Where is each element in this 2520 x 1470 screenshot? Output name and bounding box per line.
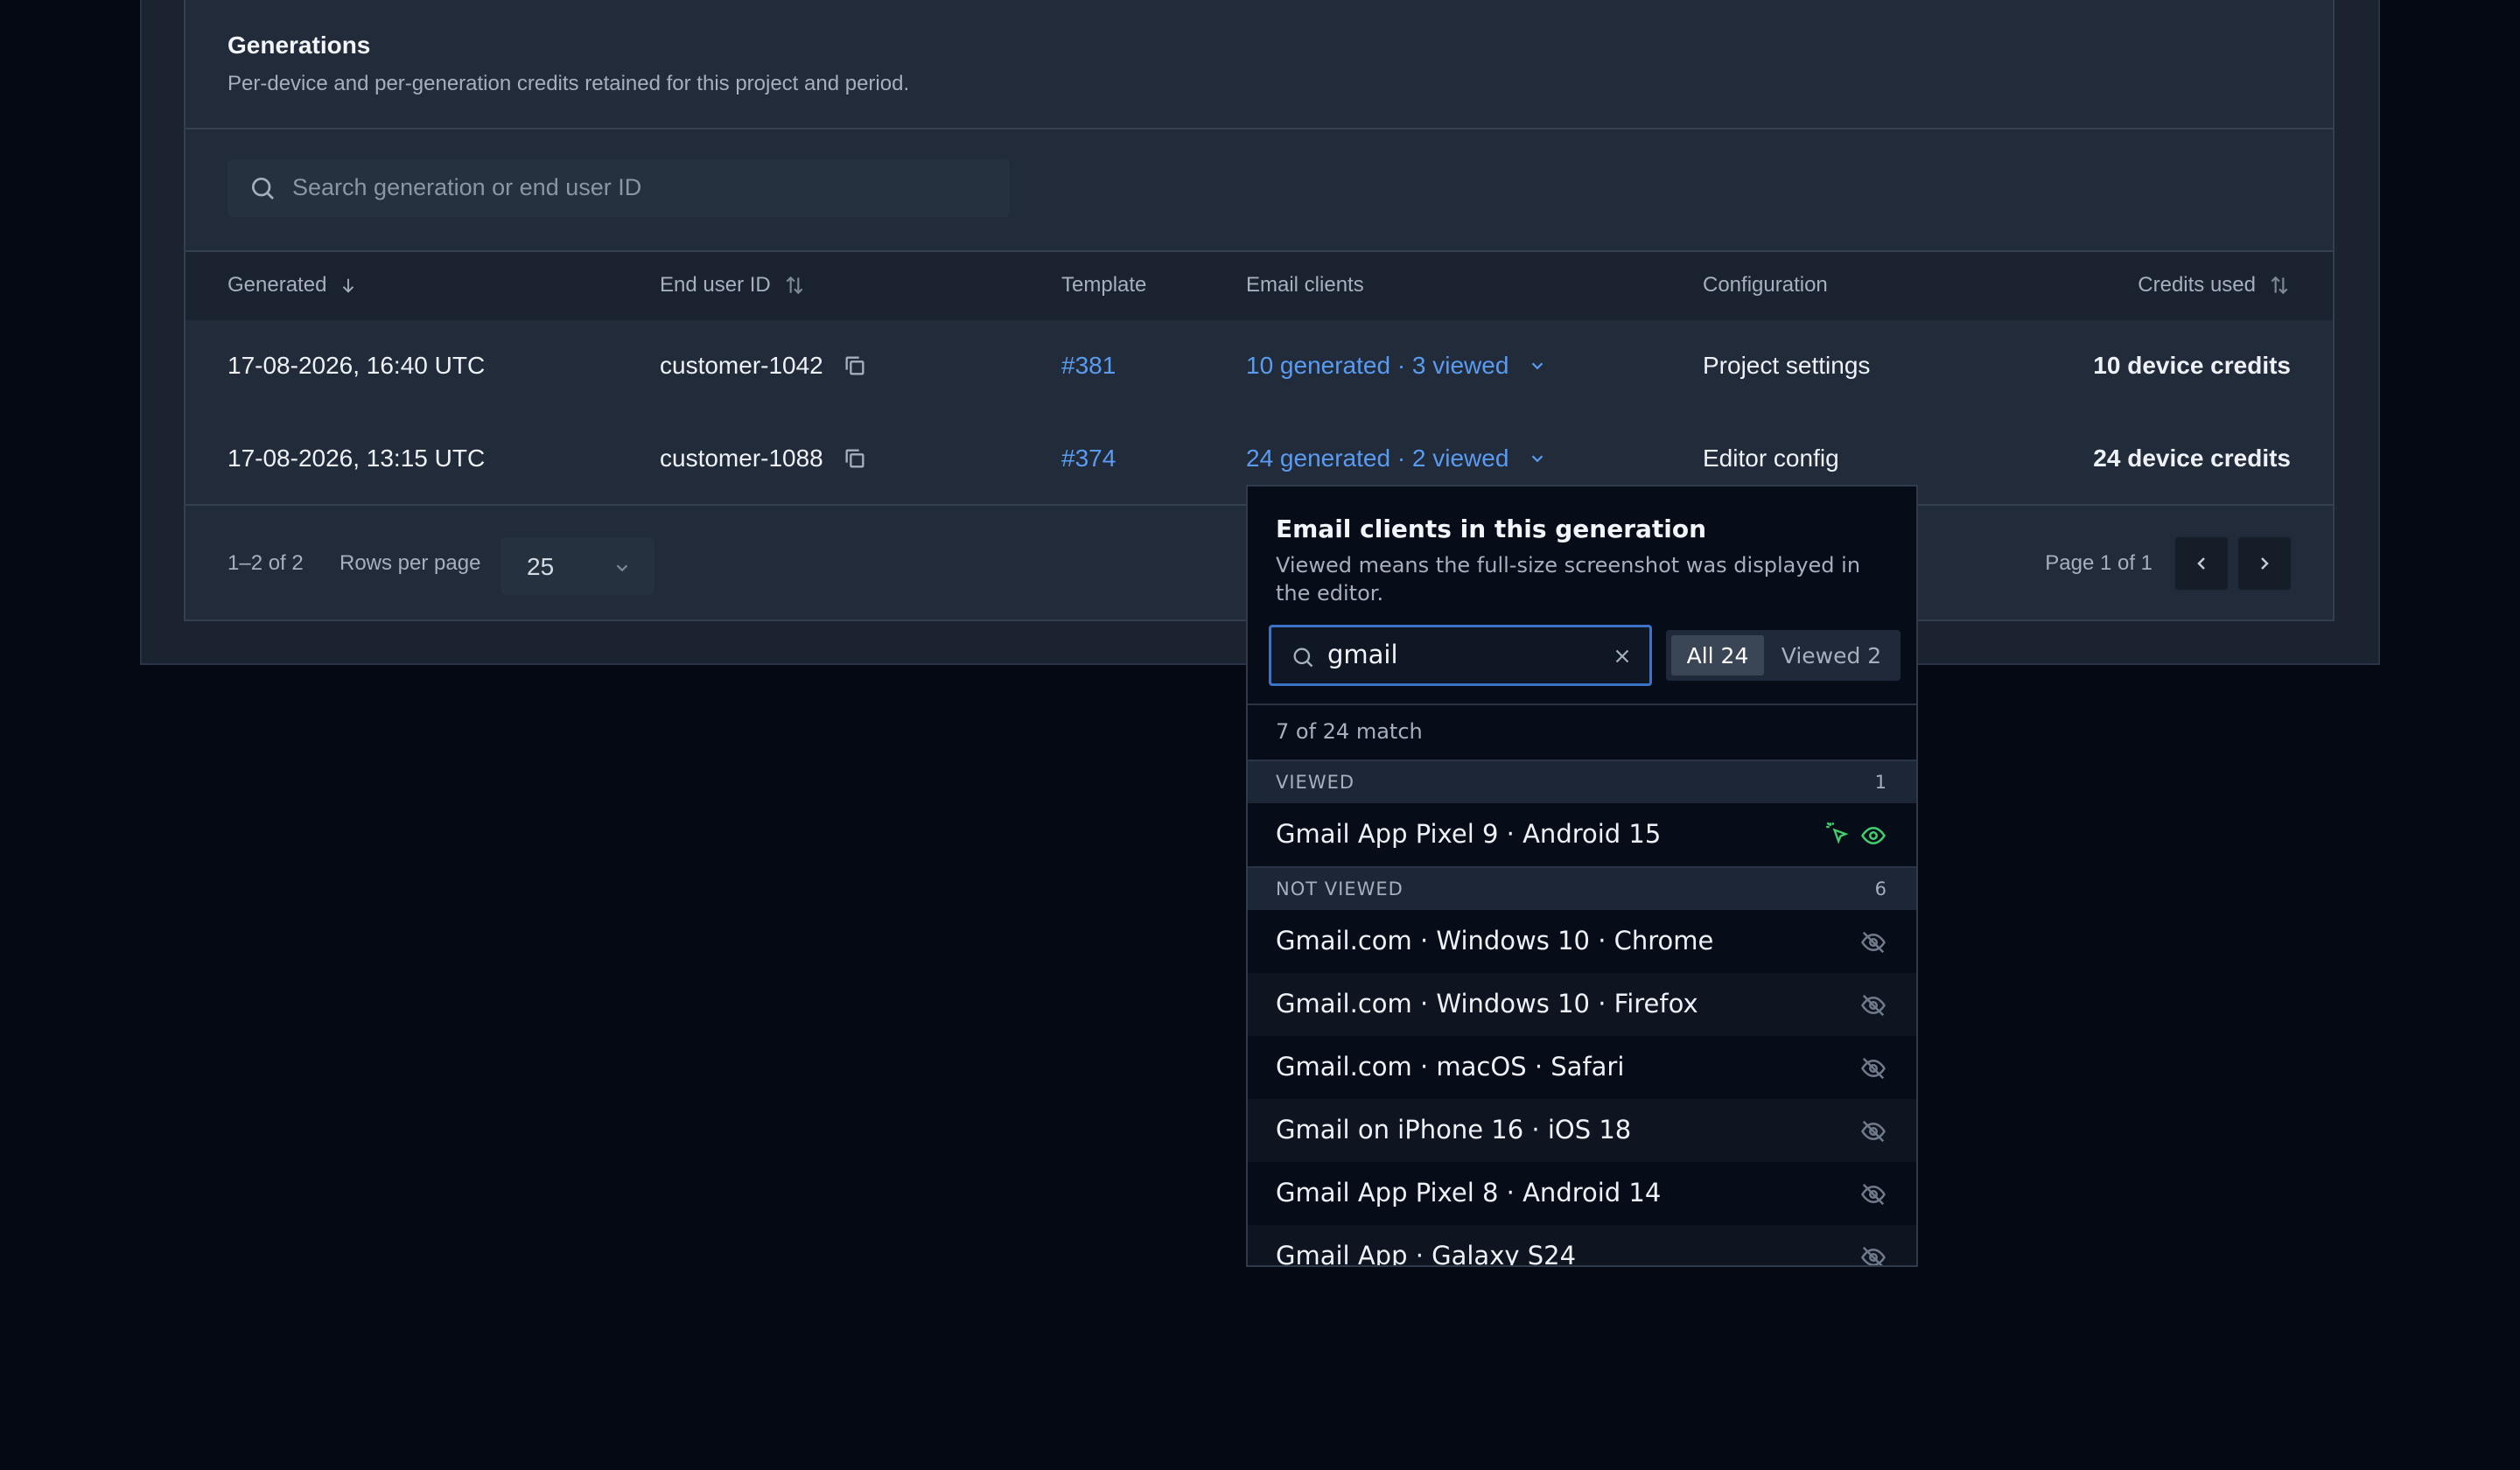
popover-title: Email clients in this generation — [1276, 514, 1707, 543]
filter-viewed-button[interactable]: Viewed 2 — [1768, 635, 1895, 676]
chevron-left-icon — [2197, 557, 2205, 570]
end-user-id: customer-1042 — [660, 352, 823, 379]
rows-per-page-select[interactable]: 25 — [500, 537, 654, 595]
search-input[interactable]: Search generation or end user ID — [228, 159, 1010, 217]
email-clients-toggle[interactable]: 10 generated · 3 viewed — [1246, 352, 1547, 380]
list-item[interactable]: Gmail App · Galaxy S24 — [1248, 1225, 1916, 1267]
col-credits[interactable]: Credits used — [2138, 273, 2291, 298]
table-row: 17-08-2026, 16:40 UTC customer-1042 #381… — [186, 320, 2333, 413]
chevron-right-icon — [2261, 557, 2269, 570]
col-email-clients-label: Email clients — [1246, 273, 1364, 297]
group-count: 6 — [1874, 878, 1886, 900]
arrow-down-icon — [343, 278, 354, 293]
prev-page-button[interactable] — [2175, 537, 2228, 590]
email-clients-popover: Email clients in this generation Viewed … — [1246, 485, 1918, 1267]
template-link[interactable]: #381 — [1061, 352, 1116, 380]
cell-end-user: customer-1042 — [660, 352, 867, 380]
chevron-down-icon — [616, 564, 628, 572]
pointer-click-icon — [1826, 822, 1849, 844]
copy-icon[interactable] — [843, 354, 867, 378]
col-end-user[interactable]: End user ID — [660, 273, 806, 298]
eye-off-icon — [1861, 931, 1886, 954]
eye-off-icon — [1861, 1057, 1886, 1080]
col-configuration: Configuration — [1703, 273, 1828, 298]
cell-credits: 10 device credits — [2093, 352, 2291, 379]
col-template-label: Template — [1061, 273, 1147, 297]
eye-off-icon — [1861, 994, 1886, 1017]
group-label: NOT VIEWED — [1276, 878, 1404, 900]
copy-icon[interactable] — [843, 446, 867, 471]
client-name: Gmail.com · Windows 10 · Chrome — [1276, 926, 1714, 956]
range-text: 1–2 of 2 — [228, 551, 304, 575]
col-generated[interactable]: Generated — [228, 273, 358, 298]
chevron-down-icon — [1532, 362, 1544, 370]
col-template: Template — [1061, 273, 1146, 298]
end-user-id: customer-1088 — [660, 444, 823, 472]
eye-off-icon — [1861, 1120, 1886, 1143]
list-item[interactable]: Gmail.com · Windows 10 · Chrome — [1248, 910, 1916, 973]
card-title: Generations — [228, 32, 371, 59]
client-search-value: gmail — [1327, 640, 1398, 669]
col-generated-label: Generated — [228, 273, 327, 297]
group-header-viewed: VIEWED 1 — [1248, 760, 1916, 803]
divider — [1248, 704, 1916, 705]
cell-configuration: Editor config — [1703, 444, 1839, 472]
sort-icon — [786, 276, 803, 295]
col-credits-label: Credits used — [2138, 273, 2256, 297]
next-page-button[interactable] — [2238, 537, 2291, 590]
card-header: Generations Per-device and per-generatio… — [186, 0, 2333, 130]
client-name: Gmail.com · Windows 10 · Firefox — [1276, 989, 1698, 1018]
list-item[interactable]: Gmail.com · Windows 10 · Firefox — [1248, 973, 1916, 1036]
template-link[interactable]: #374 — [1061, 444, 1116, 472]
search-icon — [1293, 648, 1313, 668]
cell-end-user: customer-1088 — [660, 444, 867, 472]
email-clients-toggle[interactable]: 24 generated · 2 viewed — [1246, 444, 1547, 472]
email-clients-summary: 10 generated · 3 viewed — [1246, 352, 1509, 379]
client-name: Gmail App · Galaxy S24 — [1276, 1241, 1577, 1267]
col-email-clients: Email clients — [1246, 273, 1364, 298]
cell-configuration: Project settings — [1703, 352, 1871, 379]
list-item[interactable]: Gmail App Pixel 8 · Android 14 — [1248, 1162, 1916, 1225]
group-header-not-viewed: NOT VIEWED 6 — [1248, 866, 1916, 910]
email-clients-summary: 24 generated · 2 viewed — [1246, 444, 1509, 472]
search-placeholder: Search generation or end user ID — [292, 174, 642, 200]
table-header: Generated End user ID Template Email cli… — [186, 250, 2333, 320]
client-name: Gmail on iPhone 16 · iOS 18 — [1276, 1115, 1632, 1144]
rows-per-page-label: Rows per page — [340, 551, 481, 575]
cell-generated: 17-08-2026, 16:40 UTC — [228, 352, 486, 379]
chevron-down-icon — [1532, 455, 1544, 463]
view-filter: All 24 Viewed 2 — [1666, 630, 1900, 681]
filter-all-button[interactable]: All 24 — [1671, 635, 1764, 676]
group-label: VIEWED — [1276, 772, 1355, 793]
group-count: 1 — [1874, 772, 1886, 793]
close-icon[interactable] — [1611, 645, 1634, 668]
col-end-user-label: End user ID — [660, 273, 771, 297]
eye-off-icon — [1861, 1246, 1886, 1265]
list-item[interactable]: Gmail.com · macOS · Safari — [1248, 1036, 1916, 1099]
search-icon — [252, 178, 274, 200]
list-item[interactable]: Gmail App Pixel 9 · Android 15 — [1248, 803, 1916, 866]
client-name: Gmail App Pixel 8 · Android 14 — [1276, 1178, 1662, 1208]
col-configuration-label: Configuration — [1703, 273, 1828, 297]
client-name: Gmail.com · macOS · Safari — [1276, 1052, 1625, 1082]
popover-subtitle: Viewed means the full-size screenshot wa… — [1276, 553, 1861, 606]
list-item[interactable]: Gmail on iPhone 16 · iOS 18 — [1248, 1099, 1916, 1162]
eye-icon — [1861, 826, 1886, 845]
client-name: Gmail App Pixel 9 · Android 15 — [1276, 819, 1662, 849]
eye-off-icon — [1861, 1183, 1886, 1206]
card-subtitle: Per-device and per-generation credits re… — [228, 72, 910, 95]
rows-per-page-value: 25 — [527, 553, 555, 580]
cell-credits: 24 device credits — [2093, 444, 2291, 472]
page-indicator: Page 1 of 1 — [2045, 551, 2152, 575]
match-count: 7 of 24 match — [1276, 719, 1423, 744]
cell-generated: 17-08-2026, 13:15 UTC — [228, 444, 486, 472]
client-search-input[interactable]: gmail — [1269, 625, 1652, 686]
sort-icon — [2271, 276, 2288, 295]
